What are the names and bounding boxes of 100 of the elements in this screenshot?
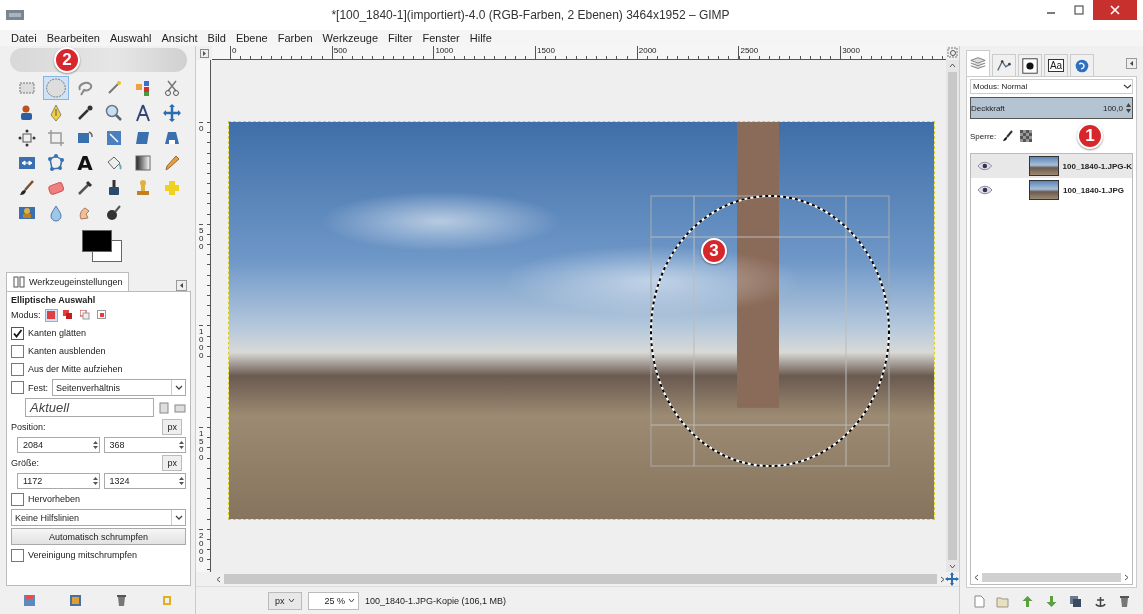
portrait-icon[interactable]: [158, 401, 170, 414]
landscape-icon[interactable]: [174, 401, 186, 414]
brush-icon[interactable]: [1002, 130, 1015, 142]
mode-button[interactable]: [78, 308, 92, 322]
maximize-icon[interactable]: [1074, 5, 1084, 15]
eye-icon[interactable]: [977, 161, 993, 171]
ratio-dropdown[interactable]: Seitenverhältnis: [52, 379, 186, 396]
panel-menu-icon[interactable]: [1126, 57, 1137, 69]
trash-icon[interactable]: [1118, 594, 1132, 608]
arrow-up-icon[interactable]: [1020, 594, 1034, 608]
selection-ellipse[interactable]: [650, 195, 890, 467]
mode-button[interactable]: [95, 308, 109, 322]
checkbox[interactable]: [11, 362, 24, 376]
dashed-ellipse-icon: [46, 78, 66, 98]
layer-row[interactable]: 100_1840-1.JPG-K: [971, 154, 1132, 178]
mode-button[interactable]: [61, 308, 75, 322]
zoom-fit-icon[interactable]: [946, 46, 959, 59]
spin-arrows-icon[interactable]: [178, 439, 185, 451]
menu-item[interactable]: Datei: [6, 32, 42, 44]
scale-icon: [104, 128, 124, 148]
unit-dropdown[interactable]: px: [162, 419, 182, 435]
ruler-label: 1500: [199, 427, 204, 529]
mode-button[interactable]: [44, 308, 58, 322]
dock-tab[interactable]: Aa: [1044, 54, 1068, 76]
checkerboard-icon[interactable]: [1020, 130, 1033, 142]
ruler-label: 0: [230, 46, 332, 59]
checkbox[interactable]: [11, 548, 24, 562]
menu-item[interactable]: Farben: [272, 32, 318, 44]
slider-label: Deckkraft: [971, 103, 1005, 113]
shrink-button[interactable]: Automatisch schrumpfen: [11, 528, 186, 545]
number-field[interactable]: 2084: [17, 437, 100, 453]
horizontal-scrollbar-thumb[interactable]: [224, 574, 937, 584]
spin-arrows-icon[interactable]: [1125, 101, 1132, 115]
chevron-down-icon: [287, 598, 295, 603]
checkbox[interactable]: [11, 492, 24, 506]
vertical-scrollbar-thumb[interactable]: [948, 72, 957, 560]
menu-item[interactable]: Bild: [202, 32, 231, 44]
scroll-up-icon[interactable]: [949, 63, 956, 68]
checkbox-label: Aus der Mitte aufziehen: [28, 364, 123, 374]
number-field[interactable]: 1324: [103, 473, 186, 489]
field-label: Größe:: [11, 458, 39, 468]
trash-icon[interactable]: [115, 593, 129, 607]
subtract-mode-icon: [80, 310, 90, 320]
crop-icon: [46, 128, 66, 148]
horizontal-scrollbar-thumb[interactable]: [982, 572, 1121, 582]
callout-badge: 1: [1077, 123, 1103, 149]
move-icon: [162, 103, 182, 123]
menu-item[interactable]: Ansicht: [156, 32, 203, 44]
number-field[interactable]: 1172: [17, 473, 100, 489]
quick-mask-toggle-icon[interactable]: [199, 48, 209, 58]
restore-preset-icon[interactable]: [68, 593, 82, 607]
number-field[interactable]: 368: [103, 437, 186, 453]
scroll-right-icon[interactable]: [940, 575, 945, 583]
ratio-input[interactable]: Aktuell: [25, 398, 154, 417]
tool-button[interactable]: A: [72, 151, 98, 175]
field-value: 2084: [23, 440, 44, 450]
menu-item[interactable]: Ebene: [230, 32, 273, 44]
dropdown-value: Seitenverhältnis: [56, 382, 121, 393]
spin-arrows-icon[interactable]: [91, 475, 99, 487]
menu-item[interactable]: Auswahl: [104, 32, 157, 44]
duplicate-icon[interactable]: [1069, 594, 1083, 608]
window-title: *[100_1840-1](importiert)-4.0 (RGB-Farben, 2 Ebenen) 3464x1952 – GIMP: [330, 8, 731, 22]
menu-item[interactable]: Fenster: [417, 32, 465, 44]
pencil-icon: [162, 153, 182, 173]
checkbox[interactable]: [11, 344, 24, 358]
save-preset-icon[interactable]: [22, 593, 36, 607]
mode-dropdown[interactable]: Modus: Normal: [970, 79, 1133, 94]
checkbox[interactable]: [11, 381, 24, 394]
fonts-tab-glyph: Aa: [1047, 59, 1065, 72]
layer-row[interactable]: 100_1840-1.JPG: [971, 178, 1132, 202]
navigate-icon[interactable]: [945, 572, 959, 586]
zoom-dropdown[interactable]: 25 %: [307, 591, 360, 610]
unit-dropdown[interactable]: px: [268, 591, 302, 610]
scroll-left-icon[interactable]: [974, 573, 979, 581]
new-page-icon[interactable]: [971, 594, 985, 608]
panel-menu-icon[interactable]: [176, 280, 187, 291]
scroll-down-icon[interactable]: [949, 564, 956, 569]
slider-reading: 100,0: [1102, 103, 1123, 113]
scroll-left-icon[interactable]: [216, 575, 221, 583]
ruler-label: 500: [331, 46, 434, 59]
guides-dropdown[interactable]: Keine Hilfslinien: [11, 509, 186, 526]
menu-item[interactable]: Bearbeiten: [41, 32, 105, 44]
unit-dropdown[interactable]: px: [162, 455, 182, 471]
spin-arrows-icon[interactable]: [178, 475, 185, 487]
chevron-down-icon: [348, 598, 356, 603]
arrow-down-icon[interactable]: [1044, 594, 1058, 608]
spin-arrows-icon[interactable]: [91, 439, 99, 451]
close-button[interactable]: [1093, 0, 1137, 20]
opacity-slider[interactable]: Deckkraft 100,0: [970, 97, 1133, 119]
options-tab[interactable]: Werkzeugeinstellungen: [6, 272, 130, 291]
menu-item[interactable]: Filter: [383, 32, 418, 44]
menu-item[interactable]: Werkzeuge: [317, 32, 383, 44]
ruler-label: 2000: [199, 528, 204, 614]
scroll-right-icon[interactable]: [1124, 573, 1129, 581]
ruler-label: 500: [199, 223, 204, 326]
checkbox[interactable]: [11, 326, 24, 340]
dock-tab[interactable]: [1018, 54, 1042, 76]
eye-icon[interactable]: [977, 185, 993, 195]
anchor-icon[interactable]: [1093, 594, 1107, 608]
menu-item[interactable]: Hilfe: [464, 32, 497, 44]
